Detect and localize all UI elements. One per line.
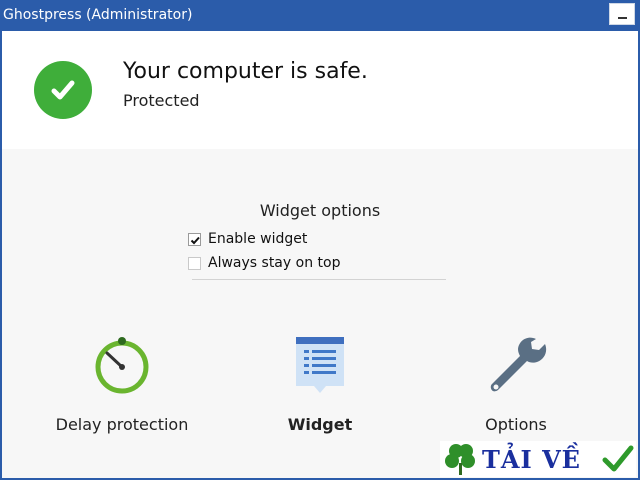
always-on-top-checkbox[interactable]	[188, 256, 201, 270]
enable-widget-label[interactable]: Enable widget	[208, 231, 307, 247]
checkmark-icon	[51, 80, 75, 100]
client-area: Your computer is safe. Protected Widget …	[2, 31, 638, 478]
enable-widget-checkbox[interactable]	[188, 232, 201, 246]
title-bar[interactable]: Ghostpress (Administrator)	[0, 0, 640, 31]
status-panel: Your computer is safe. Protected	[2, 31, 638, 149]
minimize-icon	[618, 17, 627, 19]
watermark-text: TẢI VỀ	[482, 445, 581, 474]
window-title: Ghostpress (Administrator)	[3, 7, 193, 23]
delay-protection-label: Delay protection	[55, 415, 189, 434]
option-always-on-top[interactable]: Always stay on top	[188, 253, 340, 273]
check-mark-icon	[190, 236, 200, 244]
option-enable-widget[interactable]: Enable widget	[188, 229, 307, 249]
widget-label: Widget	[287, 415, 353, 434]
checkmark-icon	[602, 445, 634, 472]
wrench-icon	[416, 331, 616, 401]
options-label: Options	[485, 415, 547, 434]
safe-status-icon	[34, 61, 92, 119]
timer-gauge-icon	[22, 331, 222, 401]
always-on-top-label[interactable]: Always stay on top	[208, 255, 340, 271]
widget-options-heading: Widget options	[259, 201, 381, 220]
widget-button[interactable]: Widget	[220, 331, 420, 441]
status-title: Your computer is safe.	[123, 59, 368, 84]
options-divider	[192, 279, 446, 280]
watermark: TẢI VỀ	[440, 441, 636, 477]
status-subtitle: Protected	[123, 91, 200, 110]
app-window: Ghostpress (Administrator) Your computer…	[0, 0, 640, 480]
widget-list-icon	[220, 331, 420, 401]
delay-protection-button[interactable]: Delay protection	[22, 331, 222, 441]
clover-icon	[445, 444, 475, 475]
minimize-button[interactable]	[609, 3, 635, 25]
options-button[interactable]: Options	[416, 331, 616, 441]
